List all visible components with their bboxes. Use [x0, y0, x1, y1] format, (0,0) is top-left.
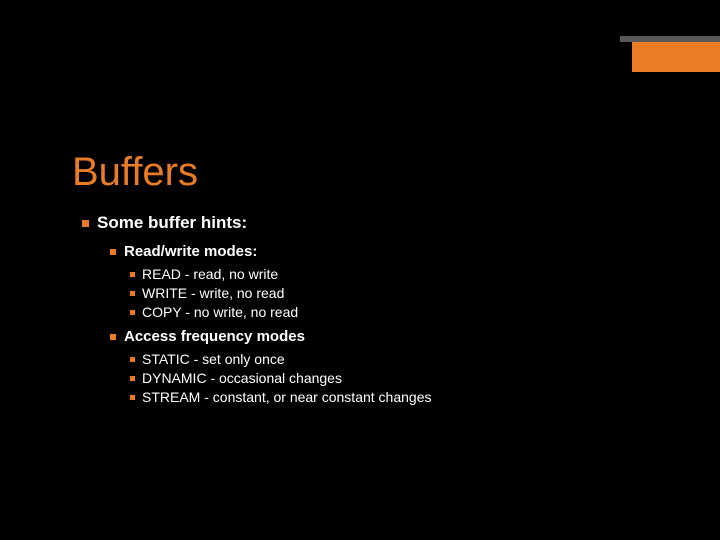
square-bullet-icon [130, 272, 135, 277]
lvl2-text: Read/write modes: [124, 243, 257, 260]
bullet-level3: COPY - no write, no read [130, 304, 680, 320]
lvl3-text: COPY - no write, no read [142, 304, 298, 320]
square-bullet-icon [130, 357, 135, 362]
bullet-level2: Read/write modes: [110, 243, 680, 260]
square-bullet-icon [130, 291, 135, 296]
lvl3-text: READ - read, no write [142, 266, 278, 282]
lvl2-text: Access frequency modes [124, 328, 305, 345]
accent-bar-orange [632, 42, 720, 72]
bullet-level3: STATIC - set only once [130, 351, 680, 367]
bullet-level3: STREAM - constant, or near constant chan… [130, 389, 680, 405]
square-bullet-icon [130, 395, 135, 400]
bullet-level3: DYNAMIC - occasional changes [130, 370, 680, 386]
accent-bars [620, 36, 720, 72]
lvl3-text: STREAM - constant, or near constant chan… [142, 389, 431, 405]
square-bullet-icon [110, 334, 116, 340]
bullet-level1: Some buffer hints: [82, 213, 680, 233]
bullet-level3: WRITE - write, no read [130, 285, 680, 301]
square-bullet-icon [130, 310, 135, 315]
slide-title: Buffers [72, 150, 680, 195]
lvl3-text: STATIC - set only once [142, 351, 285, 367]
section-readwrite: Read/write modes: READ - read, no write … [72, 243, 680, 320]
square-bullet-icon [82, 220, 89, 227]
square-bullet-icon [110, 249, 116, 255]
bullet-level2: Access frequency modes [110, 328, 680, 345]
lvl1-text: Some buffer hints: [97, 213, 247, 232]
section-access: Access frequency modes STATIC - set only… [72, 328, 680, 405]
lvl3-text: WRITE - write, no read [142, 285, 284, 301]
slide-content: Buffers Some buffer hints: Read/write mo… [72, 150, 680, 413]
lvl3-text: DYNAMIC - occasional changes [142, 370, 342, 386]
square-bullet-icon [130, 376, 135, 381]
bullet-level3: READ - read, no write [130, 266, 680, 282]
